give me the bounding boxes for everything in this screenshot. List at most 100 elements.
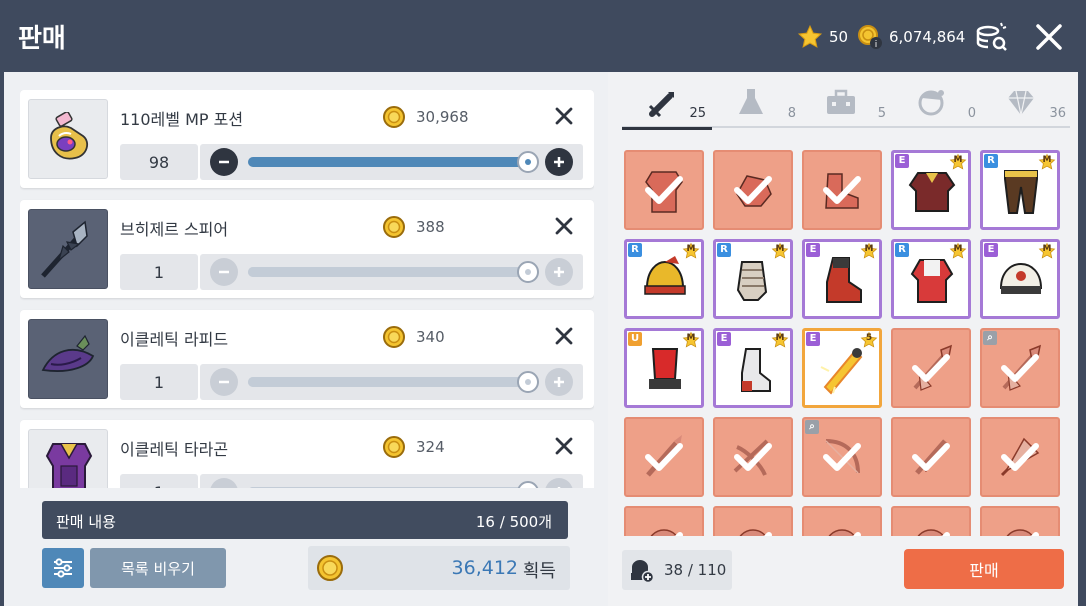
check-icon: [674, 532, 683, 536]
remove-item-icon[interactable]: [552, 104, 576, 128]
remove-item-icon[interactable]: [552, 214, 576, 238]
increase-button[interactable]: [545, 368, 573, 396]
tab-gems[interactable]: 36: [982, 86, 1072, 128]
inventory-slot[interactable]: [713, 506, 793, 536]
inventory-slot[interactable]: [624, 417, 704, 497]
total-label: 획득: [522, 561, 556, 582]
grade-badge: R: [984, 154, 998, 168]
slider-track[interactable]: [248, 267, 528, 277]
remove-item-icon[interactable]: [552, 434, 576, 458]
character-icon: [918, 90, 944, 116]
increase-button[interactable]: [545, 148, 573, 176]
star-badge: M: [949, 242, 967, 260]
meso-coin-icon: [383, 436, 405, 458]
inventory-slot[interactable]: [802, 150, 882, 230]
coin-history-button[interactable]: [972, 18, 1010, 56]
decrease-button[interactable]: [210, 478, 238, 488]
slider-handle[interactable]: [517, 261, 539, 283]
armor-icon: [45, 443, 93, 488]
slider-handle[interactable]: [517, 151, 539, 173]
meso-coin-icon: [383, 106, 405, 128]
tab-etc[interactable]: 5: [802, 86, 892, 128]
inventory-slot[interactable]: [891, 417, 971, 497]
check-icon: [763, 532, 772, 536]
quantity-value[interactable]: 1: [120, 474, 198, 488]
plus-icon: [554, 157, 564, 167]
star-icon: [797, 24, 823, 48]
inventory-slot[interactable]: RM: [891, 239, 971, 319]
decrease-button[interactable]: [210, 148, 238, 176]
close-button[interactable]: [1030, 18, 1068, 56]
inventory-slot[interactable]: [802, 506, 882, 536]
inventory-slot[interactable]: [624, 506, 704, 536]
slider-track[interactable]: [248, 487, 528, 488]
slider-track[interactable]: [248, 157, 528, 167]
quantity-slider[interactable]: [200, 254, 583, 290]
clear-list-button[interactable]: 목록 비우기: [90, 548, 226, 588]
inventory-slot[interactable]: [713, 150, 793, 230]
coin-search-icon: [976, 22, 1007, 51]
item-name: 브히제르 스피어: [120, 220, 229, 239]
slider-handle[interactable]: [517, 371, 539, 393]
item-name: 110레벨 MP 포션: [120, 110, 244, 129]
total-amount: 36,412: [451, 557, 518, 579]
meso-coin-icon: [383, 326, 405, 348]
tab-count: 0: [967, 106, 976, 121]
inventory-slot[interactable]: [624, 150, 704, 230]
check-icon: [852, 532, 861, 536]
quantity-value[interactable]: 1: [120, 364, 198, 400]
slider-handle[interactable]: [517, 481, 539, 488]
increase-button[interactable]: [545, 478, 573, 488]
tab-count: 36: [1049, 106, 1066, 121]
inventory-slot[interactable]: [980, 417, 1060, 497]
sell-button[interactable]: 판매: [904, 549, 1064, 589]
svg-text:i: i: [875, 40, 878, 50]
quantity-slider[interactable]: [200, 364, 583, 400]
tab-consumable[interactable]: 8: [712, 86, 802, 128]
inventory-slot[interactable]: EM: [713, 328, 793, 408]
sell-item-list[interactable]: 110레벨 MP 포션 30,968 98 브히제르 스피어 388 1 이클레…: [20, 90, 594, 488]
sell-list-panel: 110레벨 MP 포션 30,968 98 브히제르 스피어 388 1 이클레…: [4, 72, 608, 606]
inventory-slot[interactable]: RM: [713, 239, 793, 319]
increase-button[interactable]: [545, 258, 573, 286]
quantity-slider[interactable]: [200, 474, 583, 488]
quantity-slider[interactable]: [200, 144, 583, 180]
bag-add-icon: [631, 560, 654, 583]
remove-item-icon[interactable]: [552, 324, 576, 348]
inventory-slot[interactable]: [713, 417, 793, 497]
inventory-slot[interactable]: ⌕: [980, 328, 1060, 408]
inventory-slot[interactable]: [980, 506, 1060, 536]
inventory-slot[interactable]: E5: [802, 328, 882, 408]
inventory-slot[interactable]: RM: [980, 150, 1060, 230]
inventory-slot[interactable]: EM: [802, 239, 882, 319]
boot-icon: [826, 257, 862, 303]
inventory-slot[interactable]: RM: [624, 239, 704, 319]
check-icon: [1030, 532, 1039, 536]
slider-fill: [248, 377, 528, 387]
inventory-slot[interactable]: UM: [624, 328, 704, 408]
quantity-value[interactable]: 98: [120, 144, 198, 180]
star-badge: M: [682, 242, 700, 260]
inventory-grid[interactable]: E M R M R M R M E M R M E M U M E M E 5 ⌕ ⌕: [624, 150, 1064, 536]
minus-icon: [217, 485, 231, 488]
quantity-value[interactable]: 1: [120, 254, 198, 290]
grade-badge: ⌕: [983, 331, 997, 345]
slider-track[interactable]: [248, 377, 528, 387]
grade-badge: R: [628, 243, 642, 257]
minus-icon: [219, 380, 229, 384]
inventory-slot[interactable]: [891, 506, 971, 536]
filter-settings-button[interactable]: [42, 548, 84, 588]
gauntlet-icon: [736, 261, 768, 301]
inventory-slot[interactable]: ⌕: [802, 417, 882, 497]
tab-equipment[interactable]: 25: [622, 86, 712, 130]
grade-badge: R: [717, 243, 731, 257]
decrease-button[interactable]: [210, 368, 238, 396]
sell-item: 이클레틱 타라곤 324 1: [20, 420, 594, 488]
inventory-slot[interactable]: [891, 328, 971, 408]
inventory-slot[interactable]: EM: [980, 239, 1060, 319]
decrease-button[interactable]: [210, 258, 238, 286]
tab-cosmetic[interactable]: 0: [892, 86, 982, 128]
check-icon: [645, 443, 683, 471]
inventory-slot[interactable]: EM: [891, 150, 971, 230]
plus-icon: [557, 487, 561, 488]
